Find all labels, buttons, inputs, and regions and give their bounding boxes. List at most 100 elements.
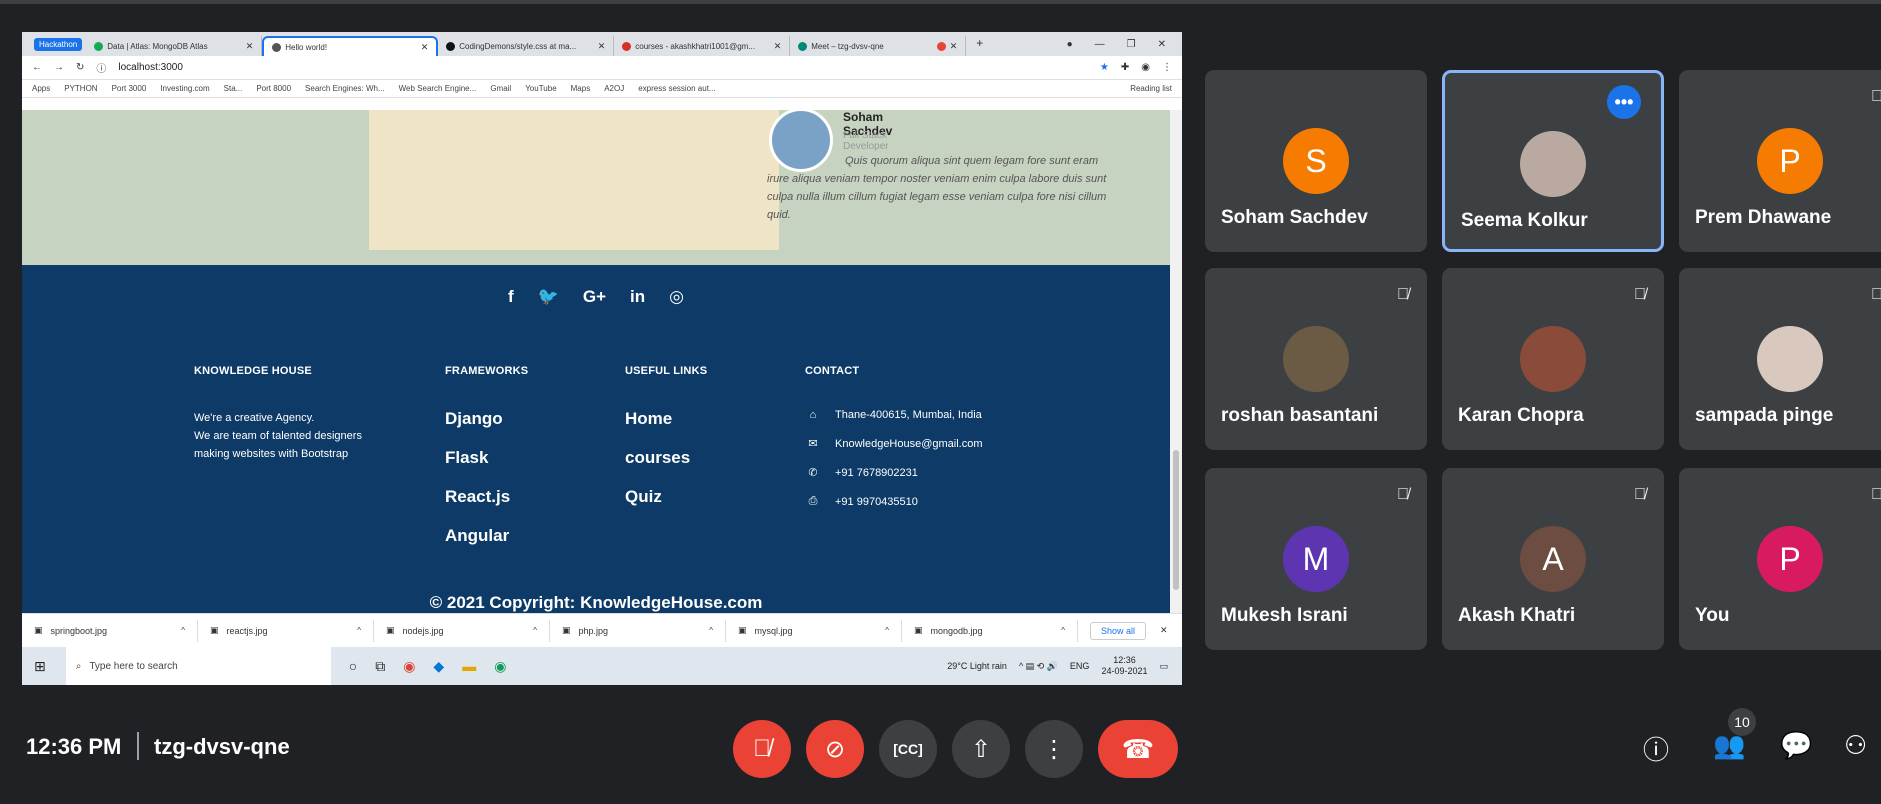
chat-icon[interactable]: 💬 bbox=[1780, 730, 1812, 761]
bookmark-item[interactable]: Search Engines: Wh... bbox=[305, 84, 385, 93]
download-item[interactable]: ▣ springboot.jpg ^ bbox=[22, 619, 198, 642]
participant-tile-self[interactable]: P 🎙̸ You bbox=[1679, 468, 1881, 650]
profile-icon[interactable]: ● bbox=[1067, 39, 1073, 50]
camera-toggle-button[interactable]: ⊘ bbox=[806, 720, 864, 778]
chevron-up-icon[interactable]: ^ bbox=[533, 626, 549, 635]
framework-link[interactable]: Angular bbox=[445, 526, 528, 546]
present-button[interactable]: ⇧ bbox=[952, 720, 1010, 778]
close-downloads-icon[interactable]: ✕ bbox=[1160, 625, 1168, 636]
reading-list[interactable]: Reading list bbox=[1130, 84, 1172, 93]
extensions-icon[interactable]: ✚ bbox=[1121, 62, 1129, 73]
download-item[interactable]: ▣ nodejs.jpg ^ bbox=[374, 619, 550, 642]
participant-tile[interactable]: 🎙̸ Karan Chopra bbox=[1442, 268, 1664, 450]
download-item[interactable]: ▣ mysql.jpg ^ bbox=[726, 619, 902, 642]
facebook-icon[interactable]: f bbox=[508, 287, 514, 307]
participant-tile[interactable]: S Soham Sachdev bbox=[1205, 70, 1427, 252]
framework-link[interactable]: React.js bbox=[445, 487, 528, 507]
new-tab-icon[interactable]: + bbox=[966, 36, 983, 56]
reload-icon[interactable]: ↻ bbox=[76, 62, 84, 73]
taskbar-clock[interactable]: 12:36 24-09-2021 bbox=[1101, 655, 1147, 677]
language-indicator[interactable]: ENG bbox=[1070, 661, 1090, 671]
forward-icon[interactable]: → bbox=[54, 62, 64, 73]
mic-toggle-button[interactable]: 🎙̸ bbox=[733, 720, 791, 778]
close-icon[interactable]: ✕ bbox=[1158, 39, 1166, 50]
tab-close-icon[interactable]: ✕ bbox=[774, 41, 782, 52]
tab-title: Data | Atlas: MongoDB Atlas bbox=[107, 41, 208, 51]
download-item[interactable]: ▣ reactjs.jpg ^ bbox=[198, 619, 374, 642]
more-options-button[interactable]: ⋮ bbox=[1025, 720, 1083, 778]
participant-tile[interactable]: ••• Seema Kolkur bbox=[1442, 70, 1664, 252]
more-options-icon[interactable]: ••• bbox=[1607, 85, 1641, 119]
bookmark-item[interactable]: Maps bbox=[571, 84, 591, 93]
bookmark-item[interactable]: Gmail bbox=[490, 84, 511, 93]
tab-close-icon[interactable]: ✕ bbox=[246, 41, 254, 52]
chevron-up-icon[interactable]: ^ bbox=[1061, 626, 1077, 635]
participant-tile[interactable]: 🎙̸ sampada pinge bbox=[1679, 268, 1881, 450]
chrome-icon[interactable]: ◉ bbox=[403, 658, 415, 675]
captions-button[interactable]: [CC] bbox=[879, 720, 937, 778]
tray-icons[interactable]: ^ ▤ ⟲ 🔊 bbox=[1019, 661, 1058, 672]
maximize-icon[interactable]: ❐ bbox=[1127, 39, 1136, 50]
notification-icon[interactable]: ▭ bbox=[1159, 661, 1168, 672]
participant-tile[interactable]: P 🎙̸ Prem Dhawane bbox=[1679, 70, 1881, 252]
bookmark-item[interactable]: YouTube bbox=[525, 84, 556, 93]
tab-close-icon[interactable]: ✕ bbox=[950, 41, 958, 52]
page-scrollbar[interactable] bbox=[1170, 110, 1182, 613]
bookmark-item[interactable]: Sta... bbox=[224, 84, 243, 93]
participant-tile[interactable]: A 🎙̸ Akash Khatri bbox=[1442, 468, 1664, 650]
tab-group-label[interactable]: Hackathon bbox=[34, 38, 83, 51]
browser-tab-active[interactable]: Hello world! ✕ bbox=[262, 36, 439, 56]
chevron-up-icon[interactable]: ^ bbox=[709, 626, 725, 635]
cortana-icon[interactable]: ○ bbox=[349, 658, 357, 675]
bookmark-item[interactable]: express session aut... bbox=[638, 84, 715, 93]
meeting-details-icon[interactable]: ⓘ bbox=[1643, 730, 1669, 767]
chrome-profile-icon[interactable]: ◉ bbox=[494, 658, 506, 675]
linkedin-icon[interactable]: in bbox=[630, 287, 645, 307]
end-call-button[interactable]: ☎ bbox=[1098, 720, 1178, 778]
scrollbar-thumb[interactable] bbox=[1173, 450, 1179, 590]
browser-tab[interactable]: CodingDemons/style.css at ma... ✕ bbox=[438, 36, 615, 56]
useful-link[interactable]: Quiz bbox=[625, 487, 707, 507]
file-explorer-icon[interactable]: ▬ bbox=[462, 658, 476, 675]
tab-close-icon[interactable]: ✕ bbox=[421, 42, 429, 53]
url-field[interactable]: localhost:3000 bbox=[118, 62, 1088, 73]
download-item[interactable]: ▣ mongodb.jpg ^ bbox=[902, 619, 1078, 642]
participant-tile[interactable]: M 🎙̸ Mukesh Israni bbox=[1205, 468, 1427, 650]
weather-status[interactable]: 29°C Light rain bbox=[947, 661, 1007, 671]
bookmark-item[interactable]: Apps bbox=[32, 84, 50, 93]
browser-tab[interactable]: courses - akashkhatri1001@gm... ✕ bbox=[614, 36, 791, 56]
chevron-up-icon[interactable]: ^ bbox=[357, 626, 373, 635]
bookmark-item[interactable]: A2OJ bbox=[604, 84, 624, 93]
browser-tab[interactable]: Data | Atlas: MongoDB Atlas ✕ bbox=[86, 36, 263, 56]
account-icon[interactable]: ◉ bbox=[1141, 62, 1150, 73]
instagram-icon[interactable]: ◎ bbox=[669, 287, 684, 307]
show-all-button[interactable]: Show all bbox=[1090, 621, 1147, 640]
chevron-up-icon[interactable]: ^ bbox=[181, 626, 197, 635]
minimize-icon[interactable]: — bbox=[1095, 39, 1105, 50]
browser-tab[interactable]: Meet – tzg-dvsv-qne ✕ bbox=[790, 36, 967, 56]
tab-close-icon[interactable]: ✕ bbox=[598, 41, 606, 52]
taskbar-search[interactable]: ⌕ Type here to search bbox=[65, 647, 331, 685]
bookmark-item[interactable]: Port 8000 bbox=[256, 84, 291, 93]
windows-start-icon[interactable]: ⊞ bbox=[34, 658, 46, 675]
vscode-icon[interactable]: ◆ bbox=[433, 658, 444, 675]
info-icon[interactable]: ⓘ bbox=[96, 60, 106, 75]
bookmark-item[interactable]: Port 3000 bbox=[112, 84, 147, 93]
bookmark-item[interactable]: Web Search Engine... bbox=[399, 84, 477, 93]
twitter-icon[interactable]: 🐦 bbox=[538, 287, 559, 307]
bookmark-item[interactable]: Investing.com bbox=[160, 84, 209, 93]
download-item[interactable]: ▣ php.jpg ^ bbox=[550, 619, 726, 642]
participant-tile[interactable]: 🎙̸ roshan basantani bbox=[1205, 268, 1427, 450]
framework-link[interactable]: Django bbox=[445, 409, 528, 429]
activities-icon[interactable]: ⚇ bbox=[1844, 730, 1867, 761]
useful-link[interactable]: Home bbox=[625, 409, 707, 429]
back-icon[interactable]: ← bbox=[32, 62, 42, 73]
star-icon[interactable]: ★ bbox=[1100, 62, 1109, 73]
useful-link[interactable]: courses bbox=[625, 448, 707, 468]
chevron-up-icon[interactable]: ^ bbox=[885, 626, 901, 635]
bookmark-item[interactable]: PYTHON bbox=[64, 84, 97, 93]
task-view-icon[interactable]: ⧉ bbox=[375, 658, 385, 675]
framework-link[interactable]: Flask bbox=[445, 448, 528, 468]
google-plus-icon[interactable]: G+ bbox=[583, 287, 606, 307]
menu-icon[interactable]: ⋮ bbox=[1162, 62, 1172, 73]
